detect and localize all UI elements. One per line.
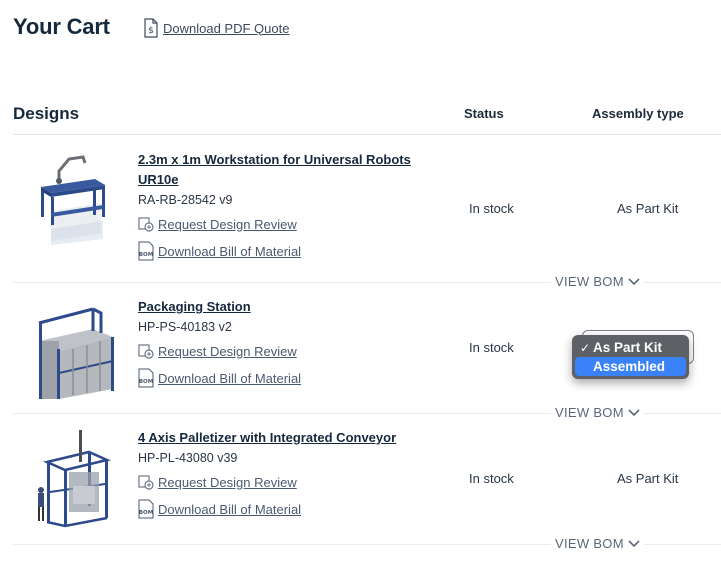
design-title-link[interactable]: Packaging Station <box>138 297 428 317</box>
dropdown-option-label: As Part Kit <box>593 340 663 355</box>
download-pdf-quote-label: Download PDF Quote <box>163 20 290 36</box>
request-design-review-label: Request Design Review <box>158 216 297 232</box>
cart-item-row: 2.3m x 1m Workstation for Universal Robo… <box>13 135 721 289</box>
request-design-review-link[interactable]: Request Design Review <box>138 215 297 233</box>
request-design-review-link[interactable]: Request Design Review <box>138 342 297 360</box>
svg-text:$: $ <box>148 26 154 36</box>
status-column-header: Status <box>464 106 504 121</box>
svg-text:BOM: BOM <box>139 510 153 516</box>
design-sku: HP-PL-43080 v39 <box>138 451 238 465</box>
stock-status: In stock <box>469 471 514 486</box>
download-bom-label: Download Bill of Material <box>158 370 302 386</box>
stock-status: In stock <box>469 340 514 355</box>
view-bom-label: VIEW BOM <box>555 536 624 551</box>
dropdown-option-as-part-kit[interactable]: ✓ As Part Kit <box>575 338 686 357</box>
design-thumbnail <box>33 303 115 399</box>
bom-file-icon: BOM <box>138 499 154 519</box>
download-bom-label: Download Bill of Material <box>158 243 302 259</box>
design-title-link[interactable]: 4 Axis Palletizer with Integrated Convey… <box>138 428 428 448</box>
request-design-review-label: Request Design Review <box>158 474 297 490</box>
assembly-type-dropdown-menu: ✓ As Part Kit Assembled <box>572 335 689 379</box>
download-bom-link[interactable]: BOM Download Bill of Material <box>138 368 302 388</box>
design-sku: HP-PS-40183 v2 <box>138 320 232 334</box>
cart-item-row: 4 Axis Palletizer with Integrated Convey… <box>13 414 721 551</box>
page-title: Your Cart <box>13 14 110 39</box>
designs-heading: Designs <box>13 104 80 123</box>
chevron-down-icon <box>628 536 640 551</box>
download-bom-label: Download Bill of Material <box>158 501 302 517</box>
design-sku: RA-RB-28542 v9 <box>138 193 233 207</box>
stock-status: In stock <box>469 201 514 216</box>
request-design-review-link[interactable]: Request Design Review <box>138 473 297 491</box>
bom-file-icon: BOM <box>138 368 154 388</box>
dropdown-option-label: Assembled <box>593 359 666 374</box>
download-bom-link[interactable]: BOM Download Bill of Material <box>138 241 302 261</box>
view-bom-toggle[interactable]: VIEW BOM <box>551 536 644 551</box>
assembly-type-value[interactable]: As Part Kit <box>617 201 678 216</box>
design-thumbnail <box>33 153 115 245</box>
design-review-icon <box>138 473 154 491</box>
download-bom-link[interactable]: BOM Download Bill of Material <box>138 499 302 519</box>
bom-file-icon: BOM <box>138 241 154 261</box>
dropdown-option-assembled[interactable]: Assembled <box>575 357 686 376</box>
design-review-icon <box>138 342 154 360</box>
request-design-review-label: Request Design Review <box>158 343 297 359</box>
design-thumbnail <box>33 428 115 528</box>
assembly-type-column-header: Assembly type <box>592 106 684 121</box>
checkmark-icon: ✓ <box>579 340 591 355</box>
svg-text:BOM: BOM <box>139 252 153 258</box>
svg-text:BOM: BOM <box>139 379 153 385</box>
quote-document-icon: $ <box>143 18 159 38</box>
assembly-type-value[interactable]: As Part Kit <box>617 471 678 486</box>
download-pdf-quote-link[interactable]: $ Download PDF Quote <box>143 18 289 38</box>
design-title-link[interactable]: 2.3m x 1m Workstation for Universal Robo… <box>138 150 428 190</box>
design-review-icon <box>138 215 154 233</box>
